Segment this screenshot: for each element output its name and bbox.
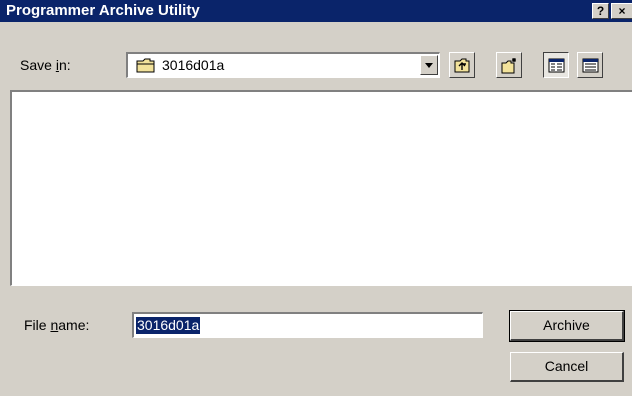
file-name-label: File name: [24,317,90,333]
archive-button[interactable]: Archive [509,310,625,342]
details-view-icon [582,58,599,73]
save-in-dropdown[interactable]: 3016d01a [126,52,440,78]
help-icon: ? [596,4,605,18]
folder-icon [136,58,155,73]
file-name-input[interactable]: 3016d01a [132,312,483,338]
cancel-button[interactable]: Cancel [510,352,624,382]
list-view-icon [548,58,565,73]
list-view-button[interactable] [543,52,569,78]
file-list[interactable] [10,90,632,286]
chevron-down-icon[interactable] [420,55,438,75]
create-new-folder-button[interactable] [496,52,522,78]
up-one-level-button[interactable] [449,52,475,78]
file-name-value: 3016d01a [136,317,201,334]
close-button[interactable]: × [611,3,632,19]
title-bar: Programmer Archive Utility ? × [0,0,632,22]
save-in-value: 3016d01a [162,57,225,73]
help-button[interactable]: ? [592,3,609,19]
details-view-button[interactable] [577,52,603,78]
folder-up-icon [454,58,470,73]
new-folder-icon [501,58,516,74]
window-title: Programmer Archive Utility [6,2,200,19]
save-in-label: Save in: [20,57,71,73]
close-icon: × [618,4,626,18]
